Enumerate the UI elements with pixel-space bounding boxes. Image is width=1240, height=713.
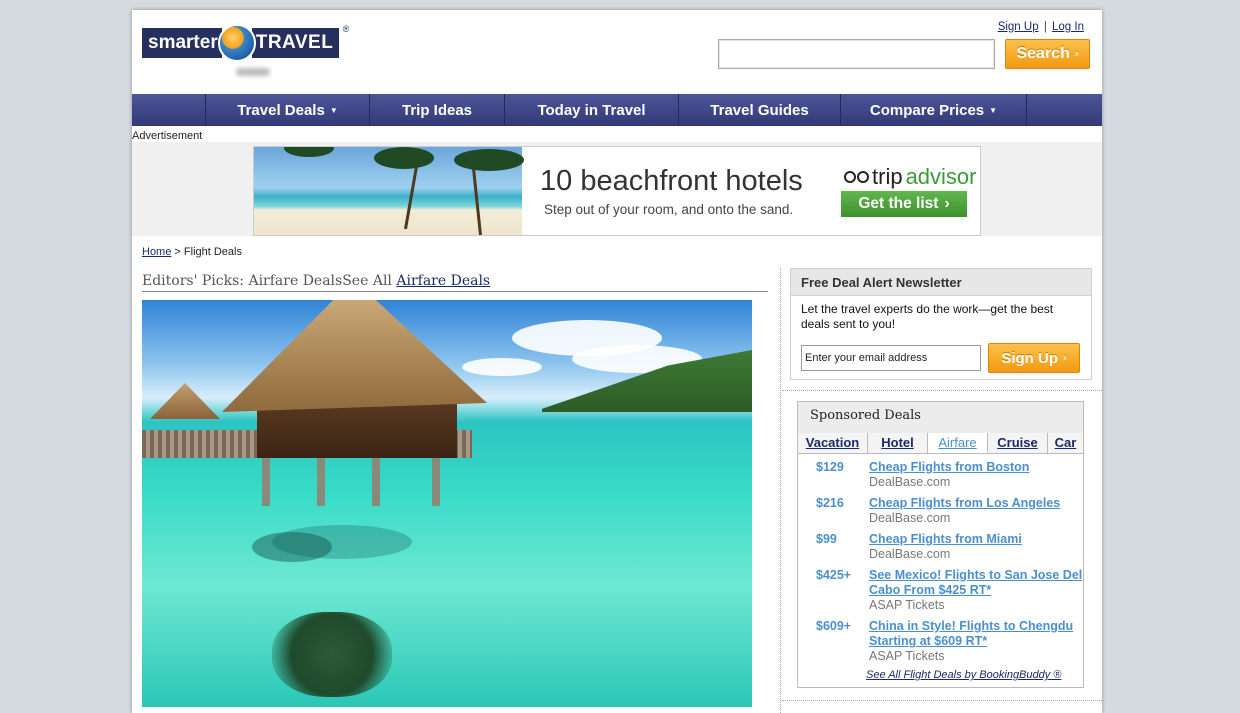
sidebar-divider: [780, 268, 781, 713]
deal-tabs: Vacation Hotel Airfare Cruise Car: [798, 433, 1083, 454]
cta-label: Get the list: [858, 195, 939, 212]
deal-title-link[interactable]: Cheap Flights from Boston: [869, 460, 1084, 475]
nav-label: Compare Prices: [869, 101, 985, 119]
nav-compare-prices[interactable]: Compare Prices ▼: [841, 94, 1027, 126]
sign-up-link[interactable]: Sign Up: [998, 21, 1039, 33]
deal-price: $609+: [816, 619, 852, 633]
logo-word-travel: TRAVEL: [251, 28, 340, 58]
get-the-list-button[interactable]: Get the list ›: [841, 191, 967, 217]
nav-travel-deals[interactable]: Travel Deals ▼: [206, 94, 370, 126]
breadcrumb: Home > Flight Deals: [142, 246, 242, 258]
main-nav: Travel Deals ▼ Trip Ideas Today in Trave…: [132, 94, 1102, 126]
main-heading: Editors' Picks: Airfare DealsSee All Air…: [142, 273, 768, 292]
auth-links: Sign Up | Log In: [996, 21, 1086, 33]
search-button[interactable]: Search ›: [1005, 39, 1090, 69]
advertisement-label: Advertisement: [132, 130, 203, 142]
tab-hotel[interactable]: Hotel: [868, 433, 928, 453]
ad-headline: 10 beachfront hotels: [540, 165, 803, 197]
email-field[interactable]: Enter your email address: [801, 345, 981, 371]
brand-advisor: advisor: [905, 164, 977, 189]
nav-label: Trip Ideas: [401, 101, 473, 119]
caret-down-icon: ▼: [989, 105, 998, 115]
nav-trip-ideas[interactable]: Trip Ideas: [370, 94, 505, 126]
sponsored-deals-title: Sponsored Deals: [798, 402, 1083, 433]
logo-tagline-blurred: [236, 68, 270, 76]
nav-today-in-travel[interactable]: Today in Travel: [505, 94, 679, 126]
deal-source: DealBase.com: [869, 547, 951, 561]
breadcrumb-separator: >: [174, 246, 181, 258]
auth-separator: |: [1043, 21, 1047, 33]
deal-price: $216: [816, 496, 844, 510]
tab-car[interactable]: Car: [1048, 433, 1083, 453]
breadcrumb-home-link[interactable]: Home: [142, 246, 171, 258]
tripadvisor-banner-ad[interactable]: 10 beachfront hotels Step out of your ro…: [253, 146, 981, 236]
nav-label: Travel Deals: [237, 101, 325, 119]
deal-source: DealBase.com: [869, 511, 951, 525]
deal-source: ASAP Tickets: [869, 598, 945, 612]
smartertravel-logo[interactable]: smarter TRAVEL ®: [142, 24, 349, 62]
deal-title-link[interactable]: See Mexico! Flights to San Jose Del Cabo…: [869, 568, 1084, 598]
signup-label: Sign Up: [1001, 349, 1058, 367]
beach-photo: [254, 147, 524, 235]
newsletter-title: Free Deal Alert Newsletter: [791, 269, 1091, 296]
deal-title-link[interactable]: China in Style! Flights to Chengdu Start…: [869, 619, 1084, 649]
deal-price: $99: [816, 532, 837, 546]
deal-title-link[interactable]: Cheap Flights from Miami: [869, 532, 1084, 547]
hero-image-overwater-bungalow[interactable]: [142, 300, 752, 707]
tab-airfare[interactable]: Airfare: [928, 433, 988, 453]
tab-vacation[interactable]: Vacation: [798, 433, 868, 453]
tripadvisor-logo: trip advisor: [844, 164, 976, 190]
airfare-deals-link[interactable]: Airfare Deals: [396, 273, 490, 289]
chevron-right-icon: ›: [1074, 48, 1079, 60]
breadcrumb-current: Flight Deals: [183, 246, 242, 258]
globe-icon: [217, 24, 256, 62]
page: smarter TRAVEL ® Sign Up | Log In Search…: [132, 10, 1102, 713]
search-button-label: Search: [1016, 45, 1070, 62]
logo-word-smarter: smarter: [142, 28, 222, 58]
nav-label: Today in Travel: [537, 101, 646, 119]
sponsored-deals-box: Sponsored Deals Vacation Hotel Airfare C…: [797, 401, 1084, 688]
ad-subline: Step out of your room, and onto the sand…: [544, 202, 794, 217]
see-all-prefix: See All: [342, 273, 392, 289]
see-all-flight-deals-link[interactable]: See All Flight Deals by BookingBuddy ®: [866, 669, 1061, 681]
deal-source: ASAP Tickets: [869, 649, 945, 663]
log-in-link[interactable]: Log In: [1052, 21, 1084, 33]
chevron-right-icon: ›: [1063, 352, 1067, 364]
newsletter-box: Free Deal Alert Newsletter Let the trave…: [790, 268, 1092, 380]
caret-down-icon: ▼: [329, 105, 338, 115]
nav-label: Travel Guides: [710, 101, 809, 119]
sidebar-bottom-rule: [782, 700, 1102, 701]
nav-travel-guides[interactable]: Travel Guides: [679, 94, 841, 126]
nav-spacer: [132, 94, 206, 126]
registered-mark: ®: [342, 24, 350, 34]
deal-title-link[interactable]: Cheap Flights from Los Angeles: [869, 496, 1084, 511]
brand-trip: trip: [872, 164, 903, 189]
tab-cruise[interactable]: Cruise: [988, 433, 1048, 453]
newsletter-signup-button[interactable]: Sign Up ›: [988, 343, 1080, 373]
deal-price: $425+: [816, 568, 852, 582]
owl-eyes-icon: [844, 171, 869, 183]
editors-picks-title: Editors' Picks: Airfare Deals: [142, 273, 343, 289]
deal-price: $129: [816, 460, 844, 474]
deal-source: DealBase.com: [869, 475, 951, 489]
search-input[interactable]: [718, 39, 995, 69]
chevron-right-icon: ›: [944, 195, 950, 212]
sidebar-rule: [782, 390, 1102, 391]
newsletter-body: Let the travel experts do the work—get t…: [801, 302, 1054, 331]
